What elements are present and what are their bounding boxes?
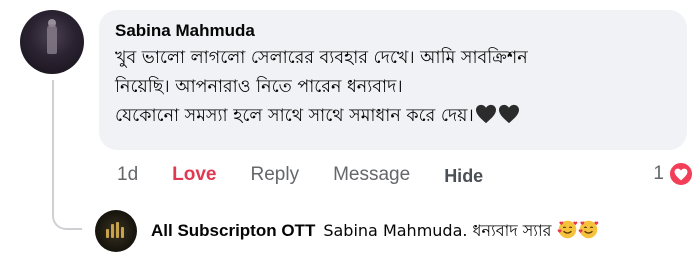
black-heart-icon <box>498 104 519 124</box>
reply-thread-connector <box>52 80 82 230</box>
reaction-summary[interactable]: 1 <box>653 161 694 187</box>
commenter-avatar[interactable] <box>20 10 84 74</box>
avatar-silhouette <box>47 24 57 54</box>
comment-line-1: খুব ভালো লাগলো সেলারের ব্যবহার দেখে। আমি… <box>115 48 528 68</box>
comment-line-3-text: যেকোনো সমস্যা হলে সাথে সাথে সমাধান করে দ… <box>115 106 474 126</box>
love-reaction-icon <box>668 161 694 187</box>
hide-button[interactable]: Hide <box>444 166 483 187</box>
smiling-face-with-hearts-icon <box>578 220 598 238</box>
love-button[interactable]: Love <box>172 164 216 186</box>
black-heart-icon <box>475 104 496 124</box>
comment-line-3: যেকোনো সমস্যা হলে সাথে সাথে সমাধান করে দ… <box>115 102 673 131</box>
reaction-count: 1 <box>653 163 664 184</box>
comment-timestamp[interactable]: 1d <box>117 164 138 186</box>
comment-author[interactable]: Sabina Mahmuda <box>115 20 673 42</box>
message-button[interactable]: Message <box>333 164 410 186</box>
comment-text: খুব ভালো লাগলো সেলারের ব্যবহার দেখে। আমি… <box>115 44 673 131</box>
smiling-face-with-hearts-icon <box>557 220 577 238</box>
ott-logo-icon <box>106 222 126 238</box>
reply-text: Sabina Mahmuda. ধন্যবাদ স্যার <box>323 218 598 245</box>
comment-line-2: নিয়েছি। আপনারাও নিতে পারেন ধন্যবাদ। <box>115 77 403 97</box>
comment-actions: 1d Love Reply Message Hide <box>117 160 517 190</box>
reply-author[interactable]: All Subscripton OTT <box>151 221 315 241</box>
reply-author-avatar[interactable] <box>95 210 137 252</box>
reply-button[interactable]: Reply <box>251 164 300 186</box>
reply-text-content: Sabina Mahmuda. ধন্যবাদ স্যার <box>323 220 552 240</box>
reply-comment: All Subscripton OTT Sabina Mahmuda. ধন্য… <box>95 210 599 252</box>
comment-bubble: Sabina Mahmuda খুব ভালো লাগলো সেলারের ব্… <box>99 10 687 150</box>
